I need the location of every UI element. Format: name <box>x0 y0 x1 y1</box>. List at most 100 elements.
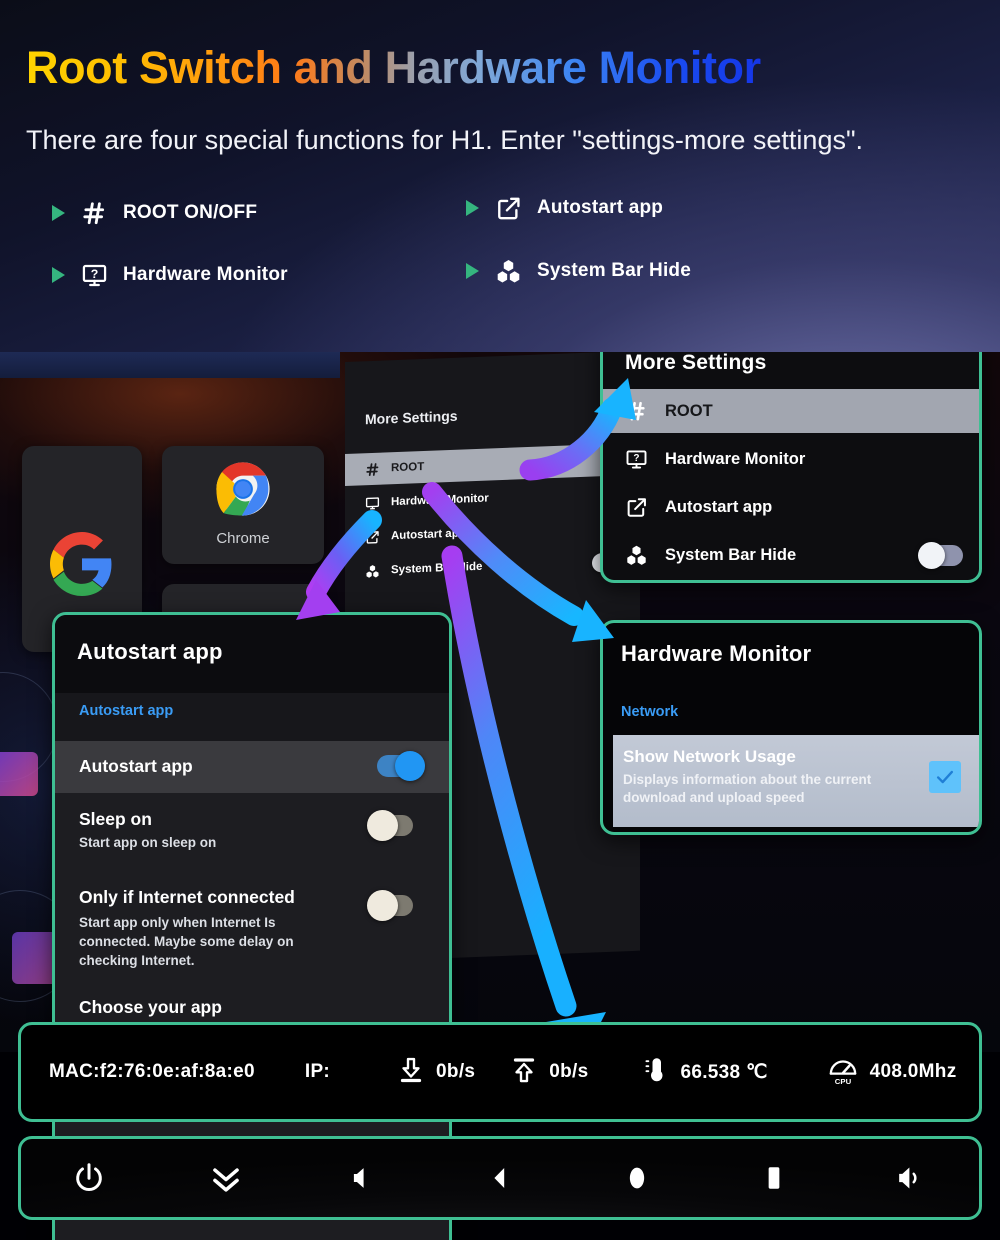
hash-icon <box>619 400 653 422</box>
chrome-label: Chrome <box>216 530 270 547</box>
status-temperature: 66.538 ℃ <box>640 1055 767 1090</box>
more-settings-row-autostart-app[interactable]: Autostart app <box>603 485 979 529</box>
upload-value: 0b/s <box>549 1061 589 1082</box>
toggle-autostart-app[interactable] <box>377 751 425 781</box>
row-title: Sleep on <box>79 809 152 829</box>
feature-label: Hardware Monitor <box>123 264 288 285</box>
svg-text:?: ? <box>633 453 639 464</box>
bg-row-label: Hardware Monitor <box>391 492 489 509</box>
row-description: Start app on sleep on <box>79 835 217 850</box>
bullet-triangle-icon <box>52 205 65 221</box>
monitor-question-icon: ? <box>79 260 109 290</box>
google-g-icon <box>50 530 114 598</box>
feature-hardware-monitor: ? Hardware Monitor <box>52 260 288 290</box>
autostart-panel-title: Autostart app <box>77 639 223 664</box>
more-settings-row-label: Autostart app <box>665 497 773 516</box>
chrome-icon <box>214 460 272 518</box>
bg-row-label: Autostart app <box>391 527 466 543</box>
thermometer-icon <box>640 1055 670 1090</box>
autostart-row-sleep-on[interactable]: Sleep on Start app on sleep on <box>55 805 449 875</box>
bg-row-label: ROOT <box>391 460 425 475</box>
volume-down-icon[interactable] <box>336 1151 390 1205</box>
page-title: Root Switch and Hardware Monitor <box>26 42 761 93</box>
external-link-icon <box>619 496 653 519</box>
mac-address-value: MAC:f2:76:0e:af:8a:e0 <box>49 1061 255 1082</box>
bullet-triangle-icon <box>52 267 65 283</box>
download-icon <box>396 1055 426 1090</box>
download-value: 0b/s <box>436 1061 476 1082</box>
more-settings-row-system-bar-hide[interactable]: System Bar Hide <box>603 533 979 577</box>
feature-root-onoff: ROOT ON/OFF <box>52 198 257 228</box>
more-settings-row-label: ROOT <box>665 401 713 420</box>
wallpaper-tile <box>0 752 38 796</box>
recents-icon[interactable] <box>747 1151 801 1205</box>
autostart-row-autostart-app[interactable]: Autostart app <box>55 741 449 793</box>
show-network-usage-checkbox[interactable] <box>929 761 961 793</box>
status-upload: 0b/s <box>509 1055 588 1090</box>
svg-text:CPU: CPU <box>834 1076 851 1085</box>
row-title: Autostart app <box>79 756 193 776</box>
more-settings-row-label: System Bar Hide <box>665 545 797 564</box>
home-icon[interactable] <box>610 1151 664 1205</box>
toggle-knob <box>367 890 398 921</box>
autostart-choose-your-app[interactable]: Choose your app <box>79 997 222 1018</box>
status-download: 0b/s <box>396 1055 475 1090</box>
external-link-icon <box>493 193 523 223</box>
hero-banner: Root Switch and Hardware Monitor There a… <box>0 0 1000 380</box>
volume-up-icon[interactable] <box>883 1151 937 1205</box>
more-settings-row-hardware-monitor[interactable]: ? Hardware Monitor <box>603 437 979 481</box>
toggle-knob <box>395 751 425 781</box>
status-mac: MAC:f2:76:0e:af:8a:e0 <box>49 1061 255 1083</box>
back-icon[interactable] <box>473 1151 527 1205</box>
more-settings-panel: More Settings ROOT ? Hardware Monitor Au… <box>600 352 982 583</box>
toggle-system-bar-hide[interactable] <box>918 542 963 569</box>
bullet-triangle-icon <box>466 263 479 279</box>
toggle-only-if-internet-connected[interactable] <box>367 890 413 921</box>
hardware-monitor-row-show-network-usage[interactable]: Show Network Usage Displays information … <box>613 735 979 827</box>
feature-label: System Bar Hide <box>537 260 692 281</box>
hash-icon <box>79 198 109 228</box>
feature-label: ROOT ON/OFF <box>123 202 258 223</box>
hash-icon <box>359 461 385 477</box>
row-title: Show Network Usage <box>623 747 796 766</box>
temperature-value: 66.538 ℃ <box>680 1061 768 1083</box>
status-cpu: CPU 408.0Mhz <box>826 1054 957 1091</box>
bullet-triangle-icon <box>466 200 479 216</box>
row-title: Only if Internet connected <box>79 887 295 907</box>
bg-row-label: System Bar Hide <box>391 560 483 577</box>
hardware-monitor-section-label: Network <box>621 704 679 720</box>
hexagons-icon <box>619 544 653 567</box>
more-settings-row-label: Hardware Monitor <box>665 449 806 468</box>
hardware-monitor-panel: Hardware Monitor Network Show Network Us… <box>600 620 982 835</box>
cpu-gauge-icon: CPU <box>826 1054 860 1091</box>
feature-list: ROOT ON/OFF Autostart app ? Hardware Mon… <box>0 188 1000 308</box>
upload-icon <box>509 1055 539 1090</box>
row-description: Displays information about the current d… <box>623 772 872 806</box>
hexagons-icon <box>493 256 523 286</box>
system-nav-bar <box>18 1136 982 1220</box>
toggle-knob <box>367 810 398 841</box>
double-chevron-down-icon[interactable] <box>199 1151 253 1205</box>
toggle-knob <box>918 542 945 569</box>
monitor-question-icon <box>359 495 385 511</box>
background-panel-title: More Settings <box>365 407 458 428</box>
ip-label: IP: <box>304 1061 331 1082</box>
cpu-frequency-value: 408.0Mhz <box>869 1061 957 1082</box>
hardware-monitor-title: Hardware Monitor <box>621 641 812 666</box>
feature-autostart-app: Autostart app <box>466 193 663 223</box>
more-settings-title: More Settings <box>625 352 767 374</box>
power-icon[interactable] <box>62 1151 116 1205</box>
autostart-section-label: Autostart app <box>79 703 174 719</box>
monitor-question-icon: ? <box>619 448 653 471</box>
external-link-icon <box>359 529 385 545</box>
more-settings-row-root[interactable]: ROOT <box>603 389 979 433</box>
autostart-row-only-if-internet-connected[interactable]: Only if Internet connected Start app onl… <box>55 883 449 979</box>
wallpaper-top-band <box>0 352 340 378</box>
status-ip: IP: <box>305 1061 336 1083</box>
feature-system-bar-hide: System Bar Hide <box>466 256 691 286</box>
toggle-sleep-on[interactable] <box>367 810 413 841</box>
row-description: Start app only when Internet Is connecte… <box>79 915 294 969</box>
feature-label: Autostart app <box>537 197 664 218</box>
hexagons-icon <box>359 563 385 579</box>
page-subtitle: There are four special functions for H1.… <box>26 125 864 155</box>
